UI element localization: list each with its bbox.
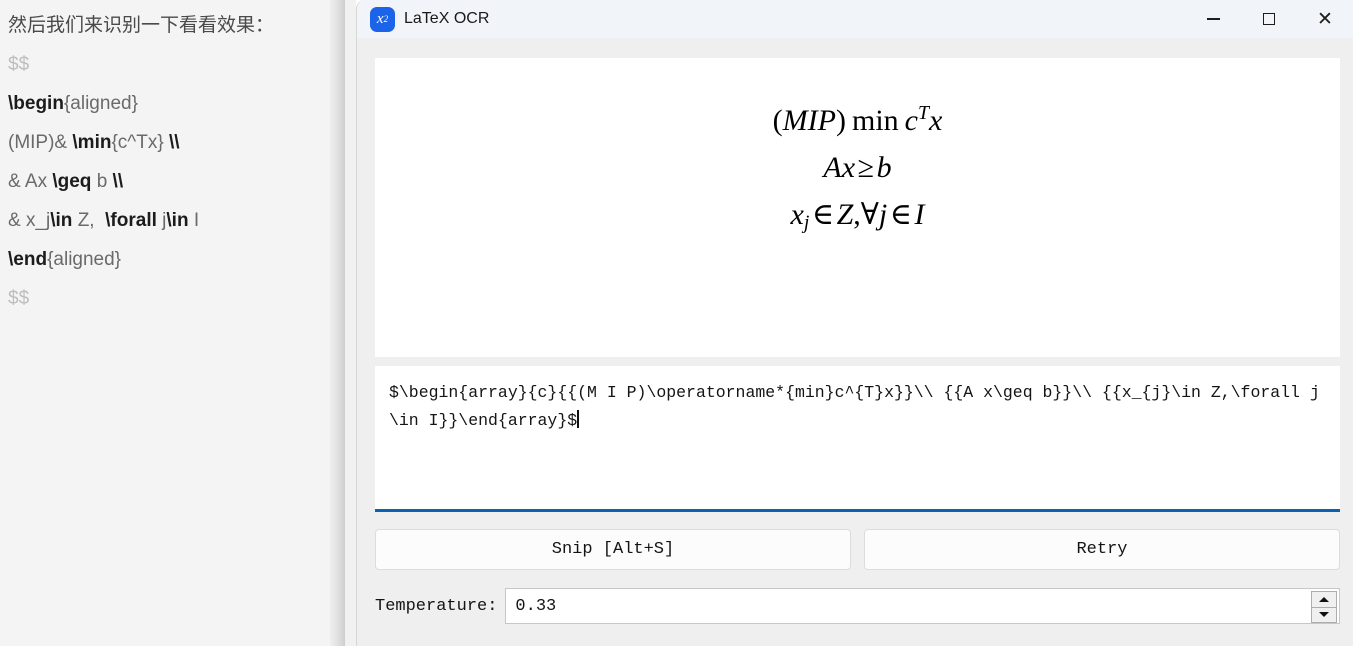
maximize-button[interactable] [1241,0,1297,38]
text-caret [577,410,579,428]
markdown-line: (MIP)& \min{c^Tx} \\ [8,123,328,162]
formula-preview-area: (MIP) min cTx Ax ≥ b xj ∈ Z,∀j ∈ I [375,58,1340,357]
markdown-segment: Z, [72,210,106,231]
formula-comma: , [853,197,861,231]
formula-geq: ≥ [857,150,875,184]
formula-c-transpose: T [918,102,930,124]
panel-right-edge [345,0,356,646]
formula-forall: ∀ [860,197,879,231]
formula-paren-open: ( [772,103,783,137]
maximize-icon [1263,13,1275,25]
formula-I: I [914,197,925,231]
markdown-segment: $$ [8,54,30,75]
window-controls: ✕ [1185,0,1353,38]
latex-source-value: $\begin{array}{c}{{(M I P)\operatorname*… [389,383,1320,430]
app-logo-base: x [376,10,384,27]
markdown-segment: {aligned} [47,249,122,270]
markdown-segment: & Ax [8,171,53,192]
formula-x1: x [929,103,943,137]
markdown-segment: {aligned} [63,93,138,114]
chevron-up-icon [1319,596,1329,602]
formula-paren-close: ) [835,103,846,137]
window-titlebar[interactable]: x2 LaTeX OCR ✕ [357,0,1353,38]
window-title: LaTeX OCR [404,10,490,27]
latex-source-text[interactable]: $\begin{array}{c}{{(M I P)\operatorname*… [375,366,1340,435]
formula-j: j [878,197,888,231]
temperature-decrement-button[interactable] [1311,607,1337,623]
markdown-segment: I [188,210,200,231]
formula-line-1: (MIP) min cTx [773,90,943,144]
markdown-line: 然后我们来识别一下看看效果： [8,6,328,45]
markdown-segment: \begin [8,93,64,114]
formula-min-operator: min [851,103,899,137]
formula-x3: x [790,197,804,231]
markdown-source-lines[interactable]: 然后我们来识别一下看看效果： $$ \begin{aligned} (MIP)& \m… [8,6,328,318]
app-logo-exponent: 2 [383,13,389,24]
markdown-segment: \\ [168,132,180,153]
latex-ocr-window: x2 LaTeX OCR ✕ (MIP) min cTx Ax ≥ b xj ∈… [356,0,1353,646]
minimize-icon [1206,18,1220,20]
formula-line-2: Ax ≥ b [773,144,943,191]
chevron-down-icon [1319,612,1329,618]
formula-x-sub-j: j [803,211,810,234]
markdown-line: & Ax \geq b \\ [8,162,328,201]
markdown-segment: \in [50,210,73,231]
formula-b: b [876,150,892,184]
markdown-segment: {c^Tx} [111,132,169,153]
retry-button[interactable]: Retry [864,529,1340,570]
markdown-segment: \forall [105,210,157,231]
markdown-line: \begin{aligned} [8,84,328,123]
close-icon: ✕ [1317,8,1333,30]
temperature-label: Temperature: [375,596,498,616]
markdown-segment: \in [166,210,189,231]
action-button-row: Snip [Alt+S] Retry [375,529,1340,570]
snip-button[interactable]: Snip [Alt+S] [375,529,851,570]
markdown-segment: \end [8,249,48,270]
temperature-stepper [1311,591,1337,623]
markdown-line: $$ [8,45,328,84]
markdown-segment: b [91,171,113,192]
latex-source-textarea[interactable]: $\begin{array}{c}{{(M I P)\operatorname*… [375,366,1340,512]
formula-c: c [904,103,918,137]
minimize-button[interactable] [1185,0,1241,38]
markdown-segment: j [156,210,167,231]
formula-x2: x [841,150,856,184]
formula-Z: Z [836,197,854,231]
app-logo-icon: x2 [370,6,395,32]
rendered-formula: (MIP) min cTx Ax ≥ b xj ∈ Z,∀j ∈ I [773,90,943,246]
formula-in-1: ∈ [811,197,835,231]
markdown-segment: \geq [52,171,92,192]
formula-line-3: xj ∈ Z,∀j ∈ I [773,191,943,246]
panel-scrollbar[interactable] [330,0,346,646]
temperature-value[interactable]: 0.33 [506,597,556,616]
background-editor-panel[interactable]: 然后我们来识别一下看看效果： $$ \begin{aligned} (MIP)& \m… [0,0,346,646]
formula-in-2: ∈ [889,197,912,231]
markdown-line: $$ [8,279,328,318]
temperature-row: Temperature: 0.33 [375,587,1340,625]
close-button[interactable]: ✕ [1297,0,1353,38]
markdown-segment: \\ [112,171,124,192]
formula-mip: MIP [782,103,836,137]
markdown-line: & x_j\in Z, \forall j\in I [8,201,328,240]
markdown-segment: & x_j [8,210,51,231]
markdown-segment: 然后我们来识别一下看看效果： [8,15,275,36]
formula-A: A [823,150,842,184]
markdown-segment: \min [72,132,112,153]
markdown-segment: (MIP)& [8,132,73,153]
markdown-line: \end{aligned} [8,240,328,279]
markdown-segment: $$ [8,288,30,309]
screen: 然后我们来识别一下看看效果： $$ \begin{aligned} (MIP)& \m… [0,0,1353,646]
temperature-increment-button[interactable] [1311,591,1337,608]
temperature-spinbox[interactable]: 0.33 [505,588,1340,624]
